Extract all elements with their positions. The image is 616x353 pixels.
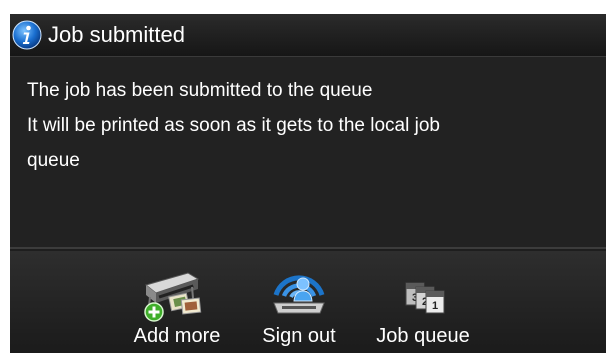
message-line: It will be printed as soon as it gets to…	[27, 115, 440, 136]
job-queue-label: Job queue	[376, 325, 470, 347]
job-queue-button[interactable]: 3 2 1 Job queue	[368, 265, 478, 348]
page-title: Job submitted	[48, 22, 185, 47]
job-queue-icon: 3 2 1	[405, 282, 445, 314]
message-line: queue	[27, 150, 80, 171]
printer-screen: Job submitted The job has been submitted…	[10, 14, 606, 353]
svg-text:1: 1	[432, 300, 438, 312]
sign-out-icon	[273, 275, 325, 314]
message-line: The job has been submitted to the queue	[27, 80, 373, 101]
sign-out-button[interactable]: Sign out	[250, 265, 348, 348]
add-more-printer-icon	[144, 272, 202, 322]
add-more-button[interactable]: Add more	[124, 265, 230, 348]
info-icon	[12, 20, 42, 50]
sign-out-label: Sign out	[262, 325, 336, 347]
add-more-label: Add more	[133, 325, 221, 347]
action-bar: Add more Sign out 3 2 1 Job queue	[10, 251, 606, 353]
message-panel: The job has been submitted to the queue …	[10, 57, 606, 249]
title-bar: Job submitted	[10, 14, 606, 57]
